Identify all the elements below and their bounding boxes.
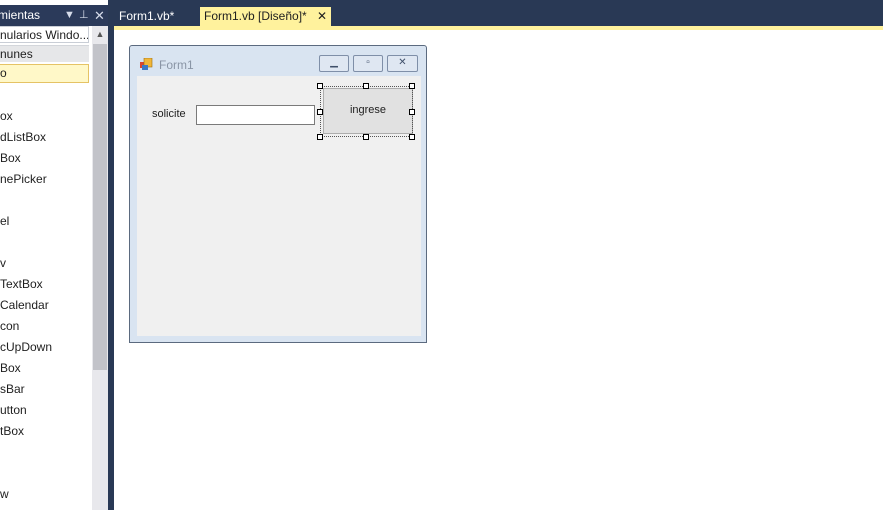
resize-handle[interactable] — [317, 83, 323, 89]
toolbox-item[interactable]: con — [0, 318, 19, 334]
toolbox-item[interactable]: nePicker — [0, 171, 47, 187]
resize-handle[interactable] — [409, 83, 415, 89]
toolbox-title-bar: mientas ▼ ⊥ ✕ — [0, 5, 108, 26]
toolbox-item[interactable]: TextBox — [0, 276, 43, 292]
resize-handle[interactable] — [363, 134, 369, 140]
form-app-icon — [140, 58, 153, 70]
toolbox-item[interactable]: w — [0, 486, 9, 502]
maximize-button[interactable]: ▫ — [353, 55, 383, 72]
text-input[interactable] — [196, 105, 315, 125]
resize-handle[interactable] — [317, 109, 323, 115]
maximize-icon: ▫ — [366, 57, 370, 68]
toolbox-item[interactable]: dListBox — [0, 129, 46, 145]
close-icon[interactable]: ✕ — [94, 5, 105, 26]
toolbox-item[interactable]: cUpDown — [0, 339, 52, 355]
form-client-area[interactable]: solicite ingrese — [137, 76, 421, 336]
toolbox-scrollbar[interactable]: ▲ — [92, 26, 108, 510]
minimize-icon: ▁ — [330, 57, 338, 68]
toolbox-item[interactable]: Box — [0, 360, 21, 376]
toolbox-item[interactable]: utton — [0, 402, 27, 418]
toolbox-category-common[interactable]: nunes — [0, 45, 89, 62]
resize-handle[interactable] — [363, 83, 369, 89]
toolbox-title: mientas — [0, 8, 41, 22]
minimize-button[interactable]: ▁ — [319, 55, 349, 72]
pin-icon[interactable]: ⊥ — [79, 5, 89, 26]
resize-handle[interactable] — [409, 109, 415, 115]
dropdown-arrow-icon[interactable]: ▼ — [64, 5, 75, 26]
toolbox-item[interactable]: ox — [0, 108, 13, 124]
toolbox-item[interactable]: tBox — [0, 423, 24, 439]
form-window[interactable]: Form1 ▁ ▫ ✕ solicite ingrese — [129, 45, 427, 343]
scrollbar-thumb[interactable] — [93, 44, 107, 370]
toolbox-item[interactable]: v — [0, 255, 6, 271]
toolbox-item[interactable]: Box — [0, 150, 21, 166]
scroll-up-icon[interactable]: ▲ — [92, 26, 108, 42]
toolbox-panel: mientas ▼ ⊥ ✕ nularios Windo... nunes o … — [0, 0, 108, 510]
solicite-label[interactable]: solicite — [152, 108, 186, 120]
tab-label: Form1.vb [Diseño]* — [204, 9, 307, 23]
resize-handle[interactable] — [317, 134, 323, 140]
close-button[interactable]: ✕ — [387, 55, 418, 72]
tab-form1-design[interactable]: Form1.vb [Diseño]* ✕ — [200, 7, 331, 26]
close-icon[interactable]: ✕ — [317, 7, 327, 26]
toolbox-item[interactable]: el — [0, 213, 9, 229]
toolbox-item[interactable]: sBar — [0, 381, 25, 397]
form-title: Form1 — [159, 58, 194, 72]
toolbox-item[interactable]: Calendar — [0, 297, 49, 313]
tab-form1-code[interactable]: Form1.vb* — [119, 7, 174, 26]
toolbox-item-selected[interactable]: o — [0, 64, 89, 83]
toolbox-category-forms[interactable]: nularios Windo... — [0, 26, 89, 43]
close-icon: ✕ — [398, 57, 407, 68]
resize-handle[interactable] — [409, 134, 415, 140]
ingrese-button[interactable]: ingrese — [323, 88, 413, 134]
form-title-bar[interactable]: Form1 ▁ ▫ ✕ — [130, 46, 426, 76]
